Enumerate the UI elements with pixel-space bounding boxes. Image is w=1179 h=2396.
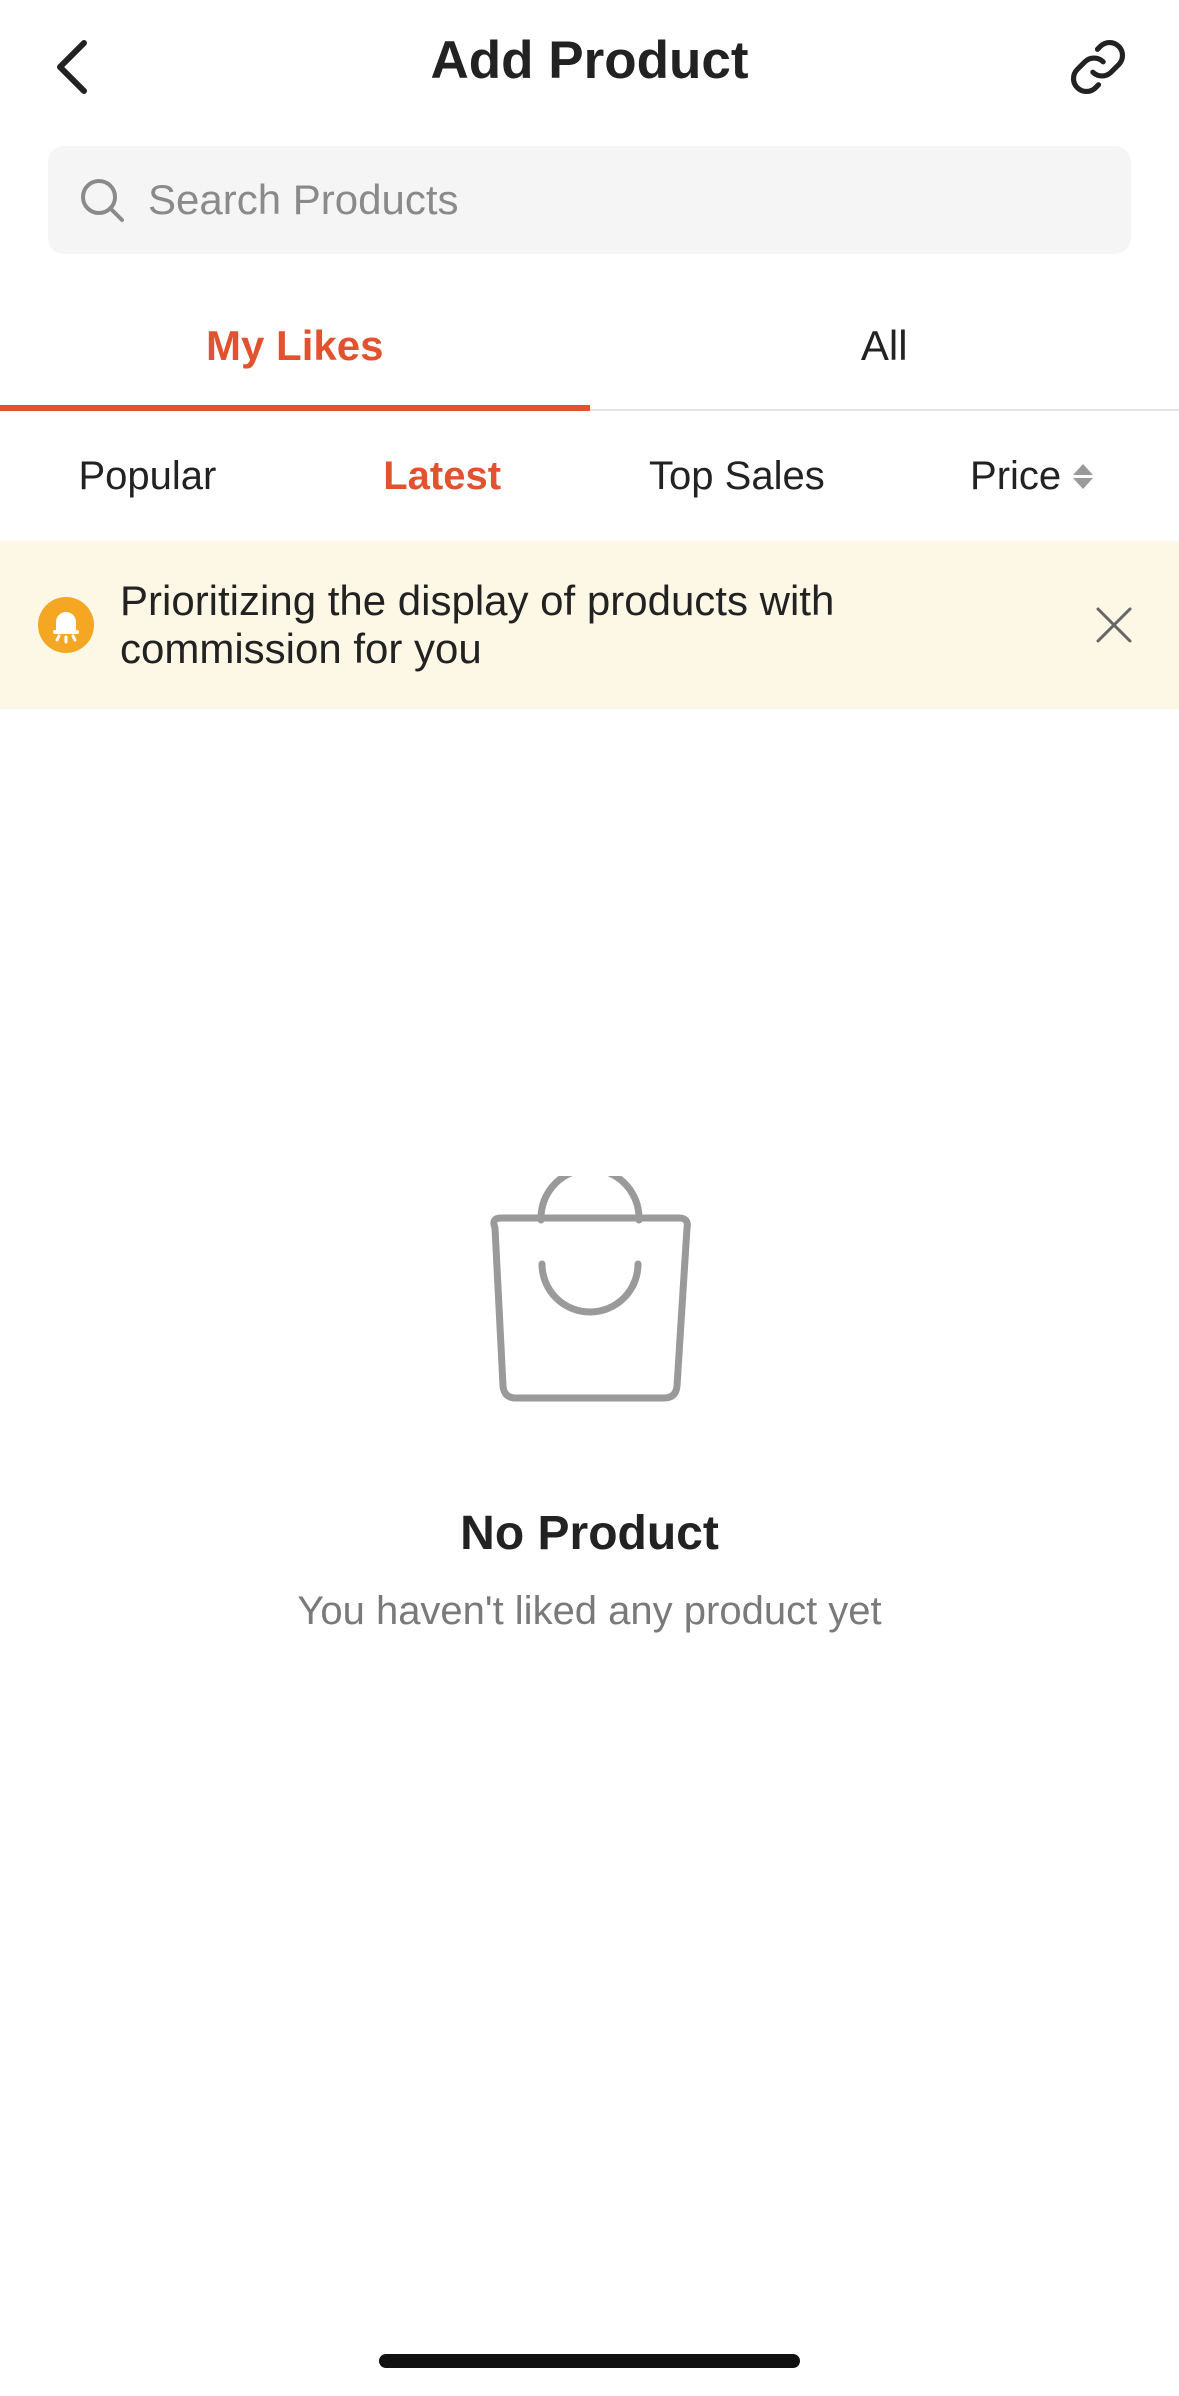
tab-my-likes[interactable]: My Likes [0, 282, 590, 411]
header: Add Product [0, 0, 1179, 135]
sort-bar: Popular Latest Top Sales Price [0, 411, 1179, 541]
sort-arrows-icon [1073, 463, 1094, 489]
search-bar[interactable] [48, 145, 1131, 255]
sort-label: Price [970, 453, 1062, 498]
link-button[interactable] [1065, 34, 1131, 100]
empty-state-subtitle: You haven't liked any product yet [297, 1589, 882, 1633]
sort-latest[interactable]: Latest [295, 411, 590, 541]
notice-close-button[interactable] [1079, 590, 1149, 660]
close-icon [1096, 607, 1132, 643]
tab-label: My Likes [206, 321, 384, 369]
sort-label: Latest [383, 453, 502, 498]
sort-price[interactable]: Price [884, 411, 1179, 541]
bell-icon [38, 597, 94, 653]
notice-text: Prioritizing the display of products wit… [120, 577, 835, 672]
sort-label: Top Sales [649, 453, 825, 498]
search-input[interactable] [146, 145, 1131, 255]
tab-label: All [860, 321, 908, 369]
commission-notice: Prioritizing the display of products wit… [0, 541, 1179, 709]
tab-all[interactable]: All [590, 282, 1179, 409]
sort-popular[interactable]: Popular [0, 411, 295, 541]
link-icon [1071, 40, 1125, 94]
empty-state-title: No Product [460, 1507, 719, 1560]
tab-bar: My Likes All [0, 282, 1179, 411]
shopping-bag-icon [490, 1176, 691, 1402]
search-icon [81, 179, 124, 222]
page-title: Add Product [430, 31, 749, 90]
home-indicator[interactable] [379, 2354, 800, 2368]
add-product-screen: Add Product My Likes All Popular Latest [0, 0, 1179, 2396]
sort-top-sales[interactable]: Top Sales [590, 411, 885, 541]
sort-label: Popular [78, 453, 217, 498]
